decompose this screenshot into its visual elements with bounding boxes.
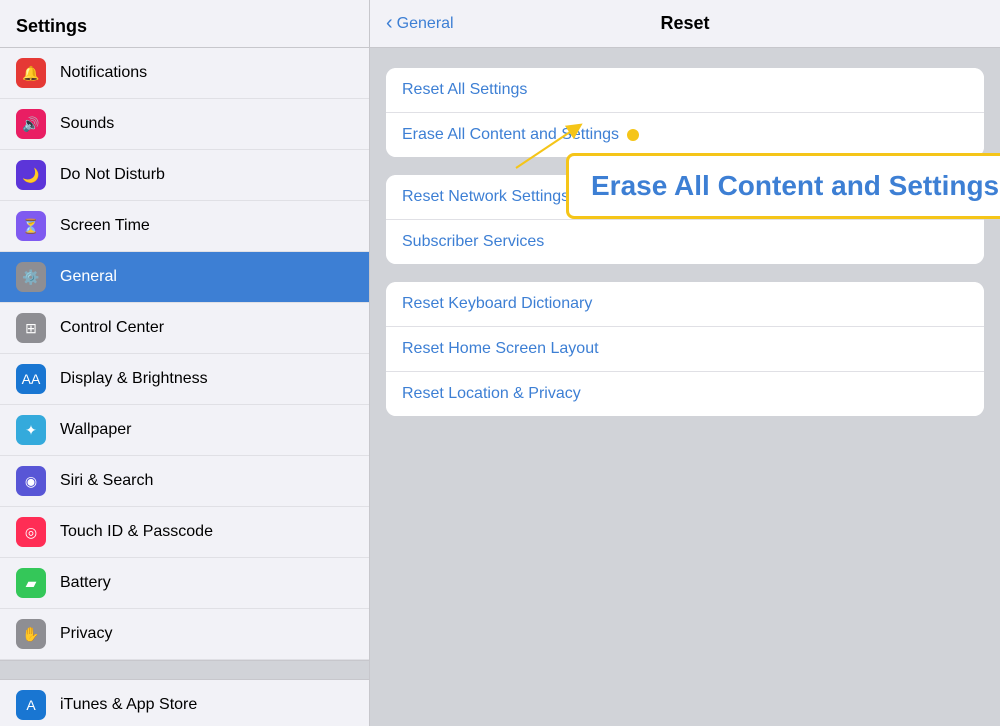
sidebar-item-label: Do Not Disturb xyxy=(60,166,165,184)
privacy-icon: ✋ xyxy=(16,619,46,649)
settings-row-text-reset-all-settings: Reset All Settings xyxy=(402,81,527,98)
sidebar-item-label: Control Center xyxy=(60,319,164,337)
sidebar-item-sounds[interactable]: 🔊 Sounds xyxy=(0,99,369,150)
callout-wrapper: Erase All Content and Settings xyxy=(566,153,1000,219)
general-icon: ⚙️ xyxy=(16,262,46,292)
callout-box: Erase All Content and Settings xyxy=(566,153,1000,219)
settings-group-group1: Reset All Settings Erase All Content and … xyxy=(386,68,984,157)
sounds-icon: 🔊 xyxy=(16,109,46,139)
do-not-disturb-icon: 🌙 xyxy=(16,160,46,190)
settings-row-text-reset-home-screen-layout: Reset Home Screen Layout xyxy=(402,340,599,357)
sidebar-item-label: Notifications xyxy=(60,64,147,82)
sidebar-item-control-center[interactable]: ⊞ Control Center xyxy=(0,303,369,354)
chevron-left-icon: ‹ xyxy=(386,12,393,35)
itunes-app-store-icon: A xyxy=(16,690,46,720)
sidebar-item-label: Siri & Search xyxy=(60,472,153,490)
sidebar-item-touch-id[interactable]: ◎ Touch ID & Passcode xyxy=(0,507,369,558)
sidebar-item-wallpaper[interactable]: ✦ Wallpaper xyxy=(0,405,369,456)
sidebar-divider xyxy=(0,660,369,680)
display-brightness-icon: AA xyxy=(16,364,46,394)
sidebar-item-label: Wallpaper xyxy=(60,421,131,439)
sidebar-item-privacy[interactable]: ✋ Privacy xyxy=(0,609,369,660)
sidebar-item-label: Display & Brightness xyxy=(60,370,208,388)
main-header: ‹ General Reset xyxy=(370,0,1000,48)
control-center-icon: ⊞ xyxy=(16,313,46,343)
sidebar-item-label: Sounds xyxy=(60,115,114,133)
sidebar-item-itunes-app-store[interactable]: A iTunes & App Store xyxy=(0,680,369,726)
sidebar-item-notifications[interactable]: 🔔 Notifications xyxy=(0,48,369,99)
back-label: General xyxy=(397,15,454,33)
settings-row-text-reset-location-privacy: Reset Location & Privacy xyxy=(402,385,581,402)
sidebar-item-battery[interactable]: ▰ Battery xyxy=(0,558,369,609)
settings-row-subscriber-services[interactable]: Subscriber Services xyxy=(386,220,984,264)
sidebar-header: Settings xyxy=(0,0,369,48)
settings-row-text-reset-network-settings: Reset Network Settings xyxy=(402,188,569,205)
settings-row-erase-all-content[interactable]: Erase All Content and Settings xyxy=(386,113,984,157)
screen-time-icon: ⏳ xyxy=(16,211,46,241)
settings-row-text-reset-keyboard-dictionary: Reset Keyboard Dictionary xyxy=(402,295,592,312)
settings-row-text-subscriber-services: Subscriber Services xyxy=(402,233,544,250)
sidebar-item-display-brightness[interactable]: AA Display & Brightness xyxy=(0,354,369,405)
battery-icon: ▰ xyxy=(16,568,46,598)
callout-text: Erase All Content and Settings xyxy=(591,170,999,201)
sidebar-item-siri-search[interactable]: ◉ Siri & Search xyxy=(0,456,369,507)
settings-row-reset-home-screen-layout[interactable]: Reset Home Screen Layout xyxy=(386,327,984,372)
callout-dot xyxy=(627,129,639,141)
sidebar: Settings 🔔 Notifications 🔊 Sounds 🌙 Do N… xyxy=(0,0,370,726)
sidebar-title: Settings xyxy=(16,16,87,36)
sidebar-item-screen-time[interactable]: ⏳ Screen Time xyxy=(0,201,369,252)
settings-group-group3: Reset Keyboard Dictionary Reset Home Scre… xyxy=(386,282,984,416)
sidebar-item-label: General xyxy=(60,268,117,286)
sidebar-list: 🔔 Notifications 🔊 Sounds 🌙 Do Not Distur… xyxy=(0,48,369,726)
sidebar-item-general[interactable]: ⚙️ General xyxy=(0,252,369,303)
settings-row-reset-location-privacy[interactable]: Reset Location & Privacy xyxy=(386,372,984,416)
back-button[interactable]: ‹ General xyxy=(386,13,454,35)
page-title: Reset xyxy=(660,13,709,34)
sidebar-item-do-not-disturb[interactable]: 🌙 Do Not Disturb xyxy=(0,150,369,201)
wallpaper-icon: ✦ xyxy=(16,415,46,445)
settings-row-reset-keyboard-dictionary[interactable]: Reset Keyboard Dictionary xyxy=(386,282,984,327)
main-body: Reset All Settings Erase All Content and … xyxy=(370,48,1000,726)
main-body-inner: Reset All Settings Erase All Content and … xyxy=(386,68,984,416)
sidebar-item-label: Screen Time xyxy=(60,217,150,235)
settings-row-text-erase-all-content: Erase All Content and Settings xyxy=(402,126,639,143)
main-content: ‹ General Reset Reset All Settings Erase … xyxy=(370,0,1000,726)
settings-row-reset-all-settings[interactable]: Reset All Settings xyxy=(386,68,984,113)
sidebar-item-label: Touch ID & Passcode xyxy=(60,523,213,541)
sidebar-item-label: Battery xyxy=(60,574,111,592)
siri-search-icon: ◉ xyxy=(16,466,46,496)
sidebar-item-label: iTunes & App Store xyxy=(60,696,197,714)
touch-id-icon: ◎ xyxy=(16,517,46,547)
notifications-icon: 🔔 xyxy=(16,58,46,88)
sidebar-item-label: Privacy xyxy=(60,625,112,643)
